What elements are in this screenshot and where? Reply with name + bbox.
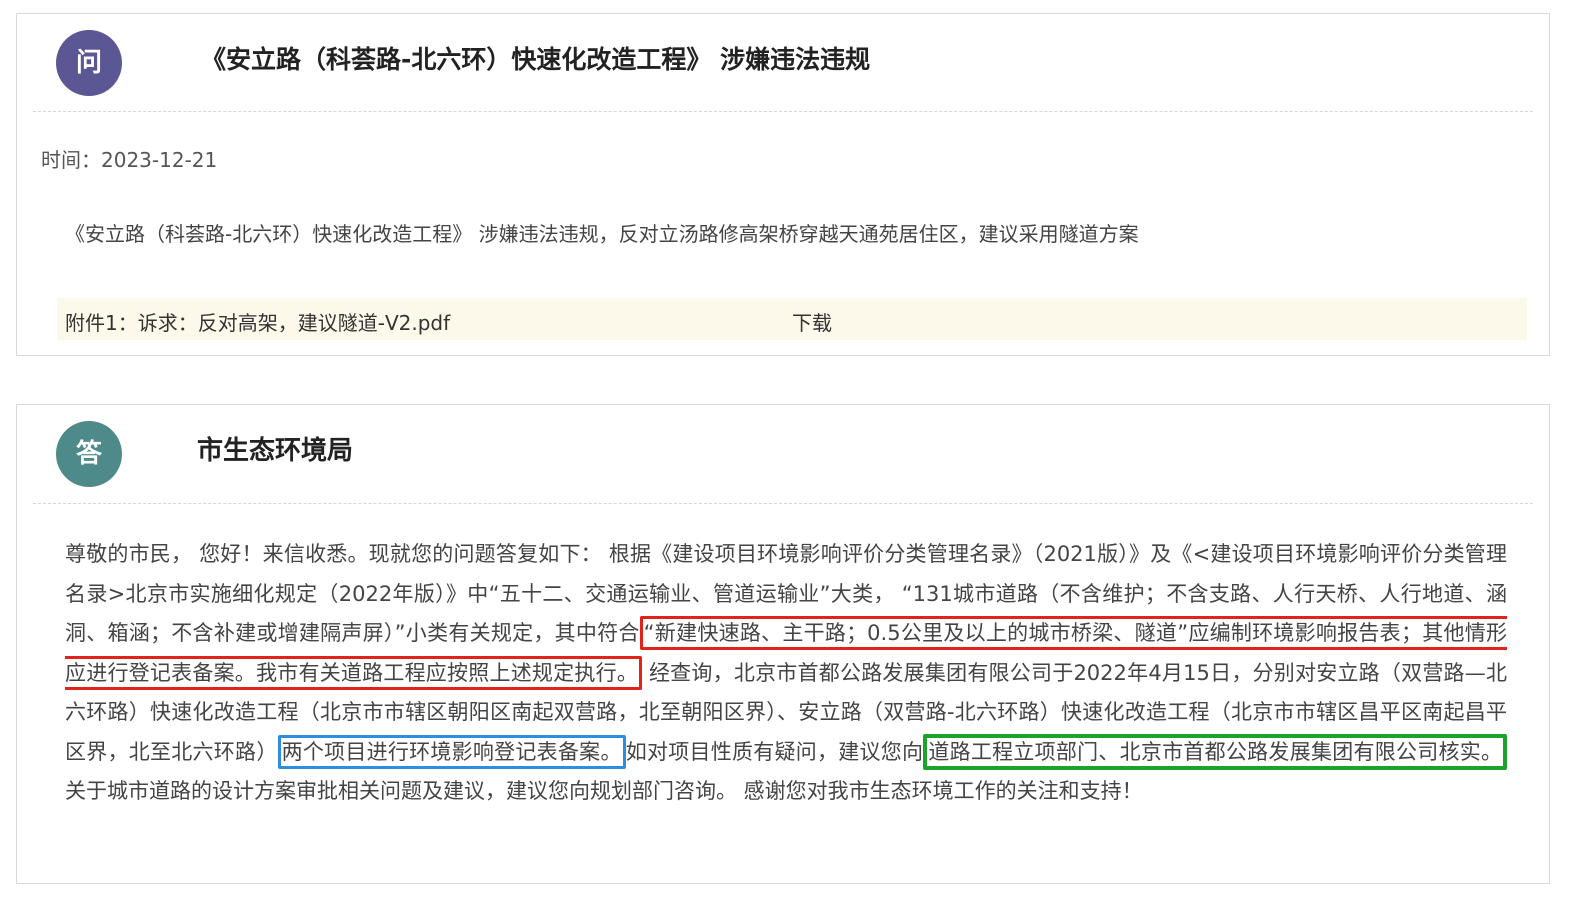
answer-text-suggest: 如对项目性质有疑问，建议您向 — [625, 739, 924, 764]
question-title: 《安立路（科荟路-北六环）快速化改造工程》 涉嫌违法违规 — [201, 45, 871, 74]
question-card: 问 《安立路（科荟路-北六环）快速化改造工程》 涉嫌违法违规 时间：2023-1… — [16, 13, 1550, 356]
answer-department: 市生态环境局 — [197, 436, 354, 466]
answer-avatar-icon: 答 — [56, 421, 122, 487]
question-content: 《安立路（科荟路-北六环）快速化改造工程》 涉嫌违法违规，反对立汤路修高架桥穿越… — [65, 222, 1139, 246]
answer-divider — [33, 503, 1533, 504]
download-link[interactable]: 下载 — [792, 307, 832, 336]
answer-text-closing: 关于城市道路的设计方案审批相关问题及建议，建议您向规划部门咨询。 感谢您对我市生… — [65, 779, 1143, 803]
attachment-name[interactable]: 附件1：诉求：反对高架，建议隧道-V2.pdf — [65, 307, 450, 336]
question-time: 时间：2023-12-21 — [41, 148, 218, 172]
answer-body: 尊敬的市民， 您好！来信收悉。现就您的问题答复如下： 根据《建设项目环境影响评价… — [65, 535, 1508, 812]
answer-card: 答 市生态环境局 尊敬的市民， 您好！来信收悉。现就您的问题答复如下： 根据《建… — [16, 404, 1550, 884]
question-divider — [33, 111, 1533, 112]
attachment-bar: 附件1：诉求：反对高架，建议隧道-V2.pdf 下载 — [57, 298, 1527, 340]
question-avatar-icon: 问 — [56, 30, 122, 96]
answer-highlight-blue: 两个项目进行环境影响登记表备案。 — [277, 734, 626, 769]
answer-highlight-green: 道路工程立项部门、北京市首都公路发展集团有限公司核实。 — [923, 733, 1508, 770]
